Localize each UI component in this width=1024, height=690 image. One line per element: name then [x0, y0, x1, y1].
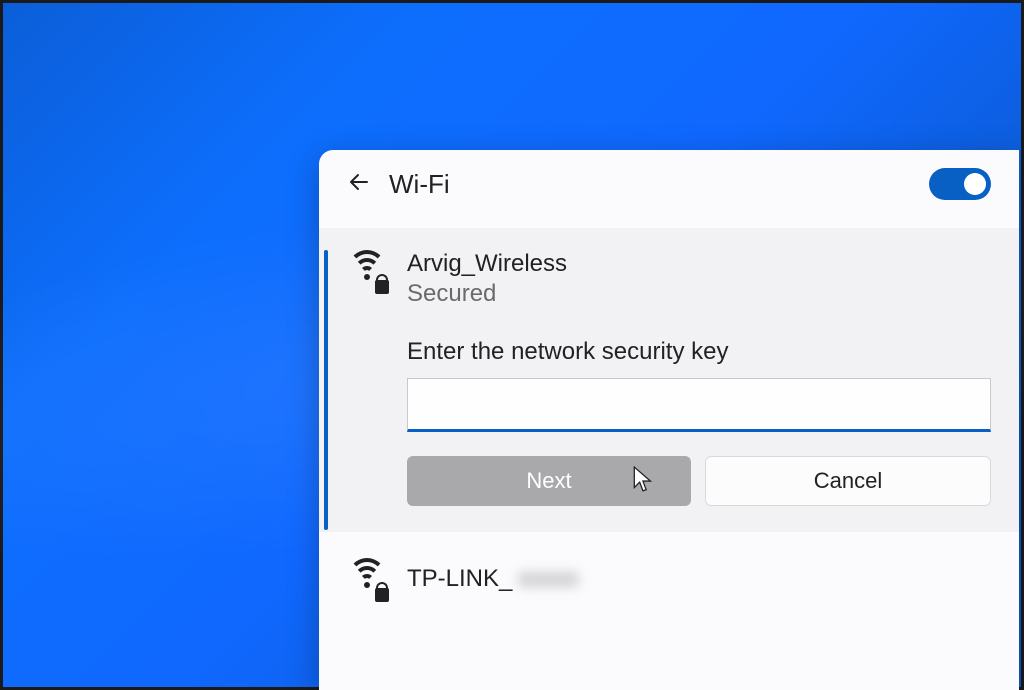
- wifi-flyout-panel: Wi-Fi Arvig_Wireless Secured Enter the n…: [319, 150, 1019, 690]
- cancel-button-label: Cancel: [814, 468, 882, 494]
- redacted-suffix: xxxxx: [518, 565, 578, 593]
- toggle-knob: [964, 173, 986, 195]
- panel-title: Wi-Fi: [389, 169, 911, 200]
- network-status: Secured: [407, 280, 991, 308]
- cancel-button[interactable]: Cancel: [705, 456, 991, 506]
- button-row: Next Cancel: [407, 456, 991, 506]
- selected-network-panel: Arvig_Wireless Secured Enter the network…: [319, 228, 1019, 532]
- network-name: TP-LINK_xxxxx: [407, 565, 578, 593]
- selection-indicator: [324, 250, 328, 530]
- mouse-cursor-icon: [633, 466, 655, 500]
- password-prompt-section: Enter the network security key Next Canc…: [407, 338, 991, 506]
- next-button[interactable]: Next: [407, 456, 691, 506]
- network-list-item[interactable]: TP-LINK_xxxxx: [319, 532, 1019, 610]
- lock-icon: [375, 280, 389, 294]
- network-password-input[interactable]: [407, 378, 991, 432]
- wifi-panel-header: Wi-Fi: [319, 150, 1019, 228]
- network-info: Arvig_Wireless Secured: [407, 250, 991, 308]
- wifi-secured-icon: [347, 560, 387, 600]
- network-name: Arvig_Wireless: [407, 250, 991, 278]
- next-button-label: Next: [526, 468, 571, 494]
- lock-icon: [375, 588, 389, 602]
- network-row[interactable]: Arvig_Wireless Secured: [347, 250, 991, 308]
- password-prompt-label: Enter the network security key: [407, 338, 991, 366]
- network-name-text: TP-LINK_: [407, 565, 512, 592]
- wifi-secured-icon: [347, 252, 387, 292]
- wifi-toggle[interactable]: [929, 168, 991, 200]
- back-arrow-icon[interactable]: [347, 170, 371, 199]
